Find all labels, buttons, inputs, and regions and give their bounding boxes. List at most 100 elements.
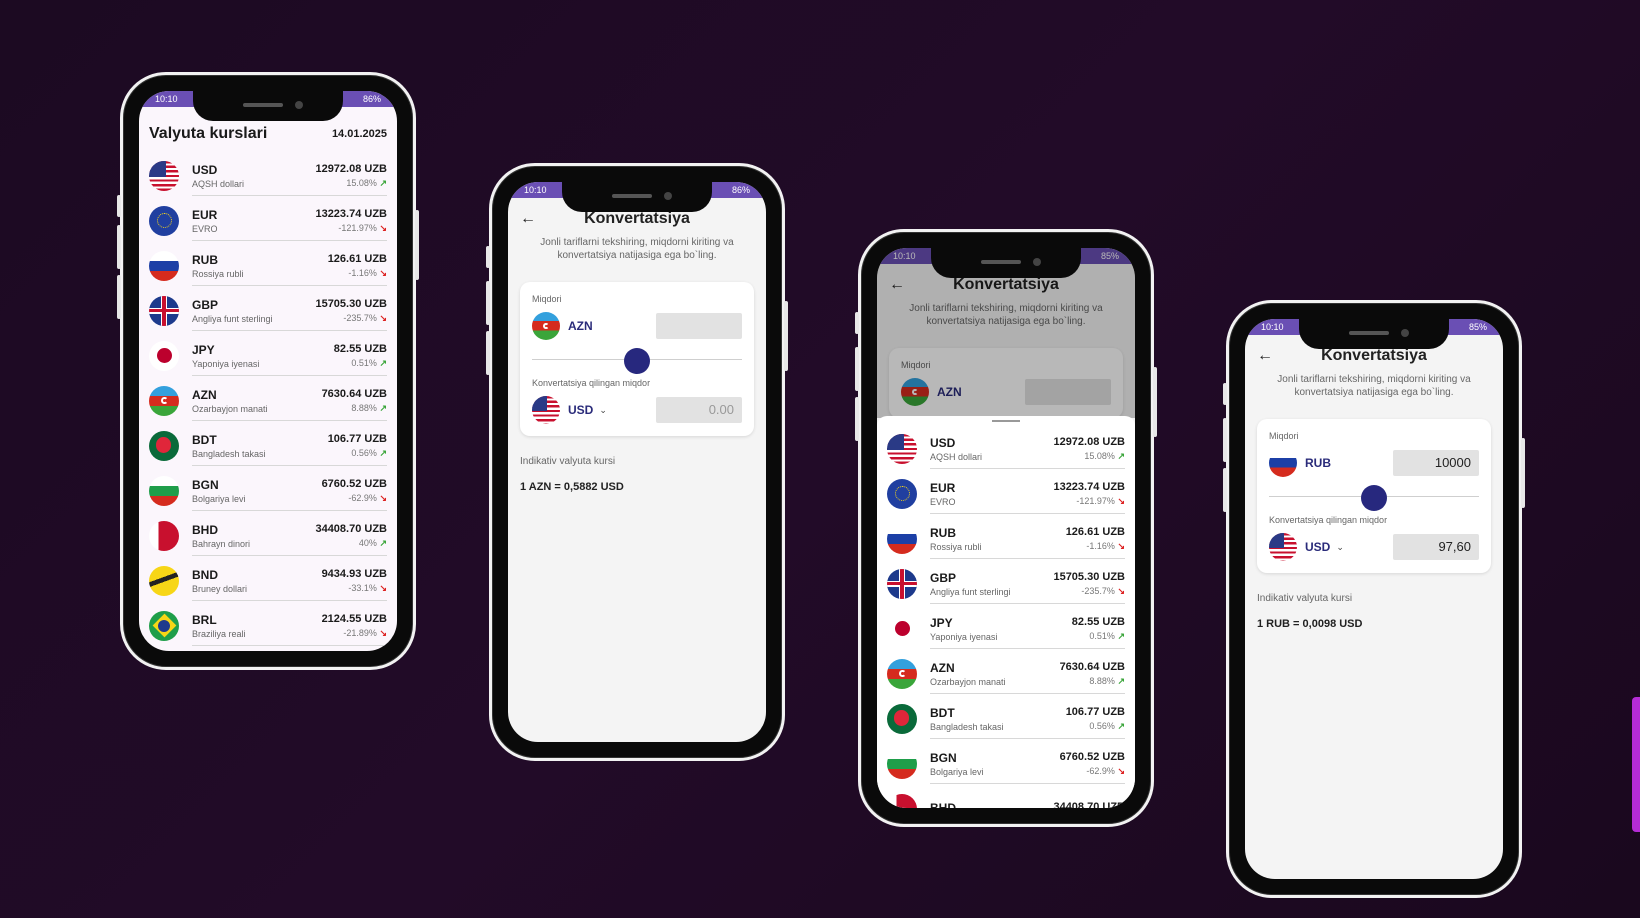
eur-flag-icon — [887, 478, 917, 509]
converter-card: Miqdori AZN Konvertatsiya qilingan miqdo… — [520, 282, 754, 436]
from-currency-code[interactable]: AZN — [568, 319, 593, 333]
trend-down-arrow-icon: ↘ — [1117, 495, 1125, 506]
indicative-rate-value: 1 RUB = 0,0098 USD — [1257, 618, 1363, 630]
trend-down-arrow-icon: ↘ — [379, 222, 387, 233]
sheet-drag-handle[interactable] — [992, 420, 1020, 422]
jpy-flag-icon — [887, 613, 917, 644]
phone-converter-rub: 10:10 85% ← Konvertatsiya Jonli tariflar… — [1223, 300, 1525, 898]
currency-row[interactable]: BHD 34408.70 UZB — [877, 786, 1135, 808]
amount-input[interactable]: 10000 — [1393, 450, 1479, 476]
currency-row[interactable]: GBP Angliya funt sterlingi 15705.30 UZB -23… — [877, 561, 1135, 606]
rate-change: 0.56% — [351, 447, 377, 458]
currency-name: Ozarbayjon manati — [192, 403, 268, 414]
currency-row[interactable]: BND Bruney dollari 9434.93 UZB -33.1% ↘ — [139, 558, 397, 603]
gbp-flag-icon — [149, 295, 179, 326]
currency-rate: 34408.70 UZB — [1053, 801, 1125, 808]
rate-change: -121.97% — [338, 222, 377, 233]
brl-flag-icon — [149, 610, 179, 641]
bgn-flag-icon — [149, 475, 179, 506]
currency-name: Bruney dollari — [192, 583, 248, 594]
currency-row[interactable]: RUB Rossiya rubli 126.61 UZB -1.16% ↘ — [877, 516, 1135, 561]
currency-name: AQSH dollari — [930, 451, 983, 462]
currency-rate: 126.61 UZB — [327, 252, 387, 265]
rate-change: 8.88% — [351, 402, 377, 413]
swap-knob[interactable] — [1361, 485, 1387, 511]
currency-rate: 6760.52 UZB — [1059, 750, 1125, 763]
currency-code: GBP — [930, 570, 957, 585]
trend-down-arrow-icon: ↘ — [1117, 585, 1125, 596]
currency-row[interactable]: RUB Rossiya rubli 126.61 UZB -1.16% ↘ — [139, 243, 397, 288]
converter-picker-screen: 10:10 85% ← Konvertatsiya Jonli tariflar… — [877, 248, 1135, 808]
side-drawer-tab[interactable] — [1632, 697, 1640, 832]
currency-rate: 12972.08 UZB — [1053, 435, 1125, 448]
currency-code: RUB — [192, 252, 218, 267]
rub-flag-icon — [1269, 449, 1297, 477]
currency-rate: 106.77 UZB — [327, 432, 387, 445]
currency-row[interactable]: GBP Angliya funt sterlingi 15705.30 UZB -23… — [139, 288, 397, 333]
indicative-rate-value: 1 AZN = 0,5882 USD — [520, 481, 624, 493]
currency-rate: 6760.52 UZB — [321, 477, 387, 490]
currency-name: Bolgariya levi — [930, 766, 984, 777]
currency-row[interactable]: BHD Bahrayn dinori 34408.70 UZB 40% ↗ — [139, 513, 397, 558]
swap-slider[interactable] — [532, 348, 742, 374]
currency-code: BRL — [192, 612, 217, 627]
gbp-flag-icon — [887, 568, 917, 599]
currency-code: AZN — [930, 660, 955, 675]
currency-row[interactable]: JPY Yaponiya iyenasi 82.55 UZB 0.51% ↗ — [139, 333, 397, 378]
currency-code: BND — [192, 567, 218, 582]
usd-flag-icon — [887, 433, 917, 464]
chevron-down-icon[interactable]: ⌄ — [1336, 542, 1344, 553]
rate-change: -235.7% — [343, 312, 377, 323]
trend-down-arrow-icon: ↘ — [379, 492, 387, 503]
bdt-flag-icon — [149, 430, 179, 461]
currency-row[interactable]: BRL Braziliya reali 2124.55 UZB -21.89% ↘ — [139, 603, 397, 648]
rate-change: 15.08% — [1084, 450, 1115, 461]
currency-row[interactable]: USD AQSH dollari 12972.08 UZB 15.08% ↗ — [139, 153, 397, 198]
rate-change: 0.56% — [1089, 720, 1115, 731]
trend-down-arrow-icon: ↘ — [379, 267, 387, 278]
currency-row[interactable]: BDT Bangladesh takasi 106.77 UZB 0.56% ↗ — [139, 423, 397, 468]
rate-change: 0.51% — [351, 357, 377, 368]
converted-label: Konvertatsiya qilingan miqdor — [532, 378, 651, 388]
currency-row[interactable]: JPY Yaponiya iyenasi 82.55 UZB 0.51% ↗ — [877, 606, 1135, 651]
rates-date: 14.01.2025 — [331, 128, 387, 140]
trend-up-arrow-icon: ↗ — [379, 357, 387, 368]
from-currency-code[interactable]: RUB — [1305, 456, 1331, 470]
bnd-flag-icon — [149, 565, 179, 596]
currency-name: Bolgariya levi — [192, 493, 246, 504]
currency-rate: 13223.74 UZB — [315, 207, 387, 220]
currency-rate: 12972.08 UZB — [315, 162, 387, 175]
currency-row[interactable]: USD AQSH dollari 12972.08 UZB 15.08% ↗ — [877, 426, 1135, 471]
currency-code: GBP — [192, 297, 219, 312]
amount-label: Miqdori — [1269, 431, 1299, 441]
rate-change: -235.7% — [1081, 585, 1115, 596]
amount-input[interactable] — [656, 313, 742, 339]
currency-rate: 13223.74 UZB — [1053, 480, 1125, 493]
converter-screen: 10:10 86% ← Konvertatsiya Jonli tariflar… — [508, 182, 766, 742]
currency-row[interactable]: EUR EVRO 13223.74 UZB -121.97% ↘ — [139, 198, 397, 243]
to-currency-code[interactable]: USD — [1305, 540, 1330, 554]
back-arrow-icon[interactable]: ← — [520, 210, 550, 228]
trend-down-arrow-icon: ↘ — [379, 312, 387, 323]
back-arrow-icon[interactable]: ← — [1257, 347, 1287, 365]
currency-row[interactable]: AZN Ozarbayjon manati 7630.64 UZB 8.88% ↗ — [139, 378, 397, 423]
to-currency-code[interactable]: USD — [568, 403, 593, 417]
currency-row[interactable]: BGN Bolgariya levi 6760.52 UZB -62.9% ↘ — [877, 741, 1135, 786]
page-subtitle: Jonli tariflarni tekshiring, miqdorni ki… — [540, 237, 734, 261]
amount-label: Miqdori — [532, 294, 562, 304]
bgn-flag-icon — [887, 748, 917, 779]
currency-code: USD — [192, 162, 218, 177]
chevron-down-icon[interactable]: ⌄ — [599, 405, 607, 416]
swap-slider[interactable] — [1269, 485, 1479, 511]
rate-change: -121.97% — [1076, 495, 1115, 506]
bhd-flag-icon — [149, 520, 179, 551]
currency-row[interactable]: EUR EVRO 13223.74 UZB -121.97% ↘ — [877, 471, 1135, 516]
currency-row[interactable]: BDT Bangladesh takasi 106.77 UZB 0.56% ↗ — [877, 696, 1135, 741]
currency-code: JPY — [930, 615, 953, 630]
rate-change: -33.1% — [348, 582, 377, 593]
currency-row[interactable]: AZN Ozarbayjon manati 7630.64 UZB 8.88% ↗ — [877, 651, 1135, 696]
azn-flag-icon — [532, 312, 560, 340]
swap-knob[interactable] — [624, 348, 650, 374]
currency-row[interactable]: BGN Bolgariya levi 6760.52 UZB -62.9% ↘ — [139, 468, 397, 513]
currency-name: Rossiya rubli — [192, 268, 244, 279]
